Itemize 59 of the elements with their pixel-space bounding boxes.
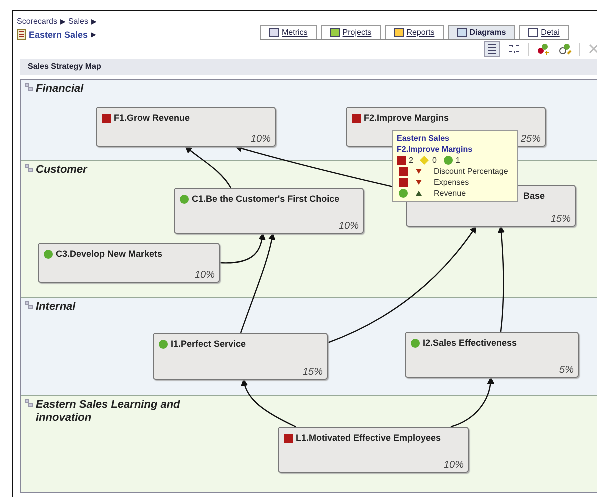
scorecard-link[interactable]: Eastern Sales [29, 30, 88, 40]
objective-title: I2.Sales Effectiveness [423, 338, 518, 348]
tab-icon [528, 28, 538, 37]
objective-title: C3.Develop New Markets [56, 249, 163, 259]
lane-title: Financial [36, 83, 85, 96]
objective-card[interactable]: I1.Perfect Service 15% [153, 333, 328, 380]
breadcrumb-link[interactable]: Scorecards [17, 17, 58, 26]
objective-card[interactable]: C3.Develop New Markets 10% [38, 243, 220, 283]
tab[interactable]: Detai [519, 25, 569, 39]
status-count: 1 [456, 156, 460, 165]
metric-name: Revenue [434, 189, 466, 198]
lane-icon [25, 301, 34, 310]
objective-title: L1.Motivated Effective Employees [296, 433, 442, 443]
objective-card[interactable]: L1.Motivated Effective Employees 10% [278, 427, 469, 473]
objective-weight: 10% [338, 221, 359, 232]
status-count: 0 [432, 156, 437, 165]
objective-weight: 15% [302, 367, 323, 378]
objective-weight: 10% [444, 460, 464, 471]
objective-weight: 10% [194, 270, 215, 281]
lane-title: Customer [36, 164, 89, 177]
objective-weight: 15% [550, 214, 571, 225]
tab[interactable]: Diagrams [448, 25, 516, 39]
tooltip-scorecard: Eastern Sales [397, 134, 450, 143]
tooltip-objective: F2.Improve Margins [397, 145, 474, 154]
group-add-icon[interactable] [535, 41, 551, 57]
objective-title: F1.Grow Revenue [114, 113, 190, 123]
scorecard-icon [17, 29, 26, 40]
breadcrumb-link[interactable]: Sales [68, 17, 88, 26]
connector-arrow [450, 376, 494, 428]
objective-card[interactable]: F1.Grow Revenue 10% [96, 107, 276, 147]
tab[interactable]: Metrics [260, 25, 317, 39]
tab[interactable]: Reports [384, 25, 444, 39]
objective-card[interactable]: I2.Sales Effectiveness 5% [405, 332, 579, 378]
objective-weight: 25% [520, 134, 541, 145]
tab-icon [269, 28, 279, 37]
objective-title: F2.Improve Margins [364, 113, 450, 123]
lane-title: Internal [36, 301, 77, 314]
tab-icon [456, 28, 467, 37]
connector-arrow [185, 146, 232, 188]
objective-card[interactable]: C1.Be the Customer's First Choice 10% [174, 188, 364, 234]
panel-title: Sales Strategy Map [20, 59, 597, 75]
tab-icon [330, 28, 340, 37]
lane-title: Eastern Sales Learning and innovation [36, 399, 182, 425]
objective-title: Base [523, 191, 545, 201]
tab-icon [394, 28, 404, 37]
objective-weight: 5% [560, 365, 574, 376]
tab[interactable]: Projects [320, 25, 381, 39]
metric-name: Discount Percentage [434, 167, 508, 176]
lane-icon [25, 83, 34, 92]
objective-title: C1.Be the Customer's First Choice [192, 194, 340, 204]
objective-weight: 10% [250, 134, 271, 145]
connector-arrow [242, 378, 296, 428]
lane-icon [25, 164, 34, 173]
metric-name: Expenses [434, 178, 470, 187]
objective-title: I1.Perfect Service [171, 339, 246, 349]
list-view-icon[interactable] [484, 41, 500, 57]
group-edit-icon[interactable] [557, 41, 573, 57]
lane-icon [25, 399, 34, 408]
status-count: 2 [409, 156, 414, 165]
